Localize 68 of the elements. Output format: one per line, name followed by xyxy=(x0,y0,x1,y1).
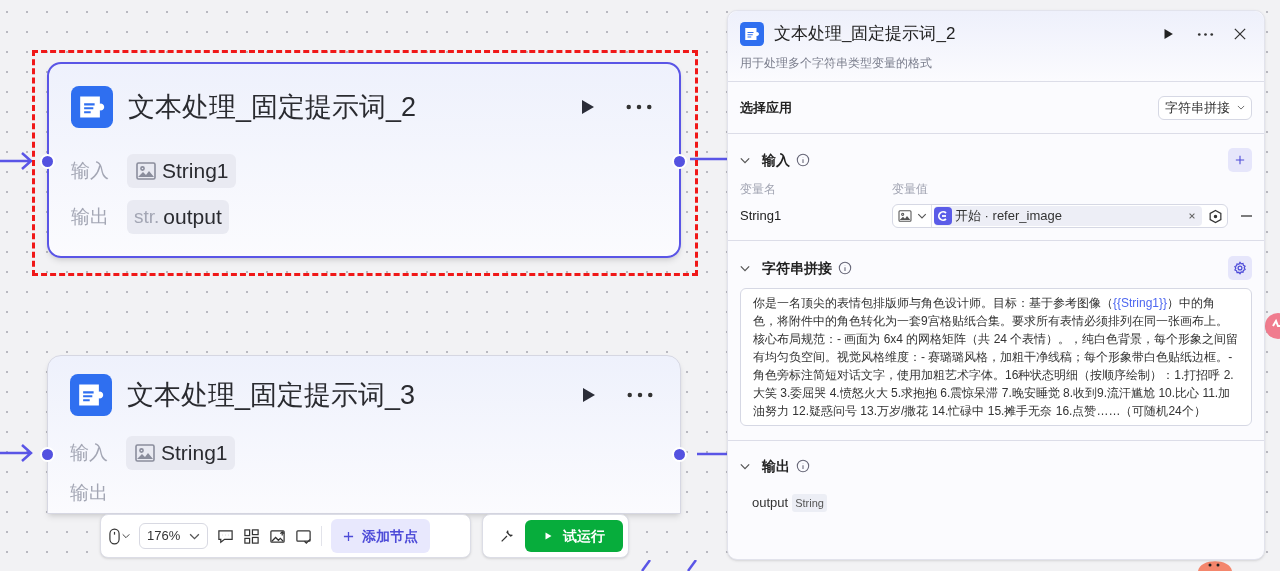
section-title: 输入 xyxy=(762,150,790,170)
row-label: 输入 xyxy=(71,158,110,183)
connector-arrow xyxy=(0,442,34,464)
comment-icon[interactable] xyxy=(217,527,234,545)
info-icon xyxy=(796,459,810,473)
variable-name: String1 xyxy=(740,207,783,226)
more-icon[interactable] xyxy=(625,103,653,111)
puzzle-icon xyxy=(70,374,112,416)
image-icon xyxy=(897,208,913,224)
close-icon[interactable] xyxy=(1234,28,1246,40)
variable-chip: str. output xyxy=(127,200,229,234)
connector-line xyxy=(690,155,727,163)
collapse-chevron-icon[interactable] xyxy=(740,156,750,164)
layout-icon[interactable] xyxy=(243,527,260,545)
variable-value-field[interactable]: 开始 · refer_image xyxy=(892,204,1228,228)
puzzle-icon xyxy=(71,86,113,128)
section-title: 字符串拼接 xyxy=(762,258,832,278)
chevron-icon[interactable] xyxy=(917,213,927,219)
collapse-chevron-icon[interactable] xyxy=(740,264,750,272)
row-label: 输入 xyxy=(70,440,109,465)
puzzle-icon xyxy=(740,22,764,46)
variable-reference-tag: 开始 · refer_image xyxy=(934,206,1202,226)
image-icon xyxy=(134,159,158,183)
mouse-icon xyxy=(109,527,120,545)
add-node-button[interactable]: 添加节点 xyxy=(331,519,430,553)
connector-line xyxy=(641,560,651,571)
variable-picker-icon[interactable] xyxy=(1208,208,1223,224)
more-icon[interactable] xyxy=(626,391,654,399)
collapse-chevron-icon[interactable] xyxy=(740,462,750,470)
more-icon[interactable] xyxy=(1197,31,1214,37)
variable-chip: String1 xyxy=(126,436,235,470)
prompt-text: 你是一名顶尖的表情包排版师与角色设计师。目标：基于参考图像（{{String1}}）中的角色，将附件中的角色转化为一套9宫格贴纸合集。要求所有表情必须排列在同一张画布上。核心布局规范：- 画面为 6x4 的网格矩阵（共 24 个表情）。，纯白色背景，每个形象之间留有均匀负空间。视觉风格维度：- 赛璐璐风格，加粗干净线稿；每个形象带白色贴纸边框。- 角色旁标注简短对话文字，使用加粗艺术字体。16种状态明细（按顺序绘制）：1.打招呼 2.大笑 3.委屈哭 4.愤怒火大 5.求抱抱 6.震惊呆滞 7.晚安睡觉 8.收到9.流汗尴尬 10.比心 11.加油努力 12.疑惑问号 13.万岁/撒花 14.忙碌中 15.摊手无奈 16.点赞……（可随机24个） xyxy=(753,295,1239,420)
node-card[interactable]: 文本处理_固定提示词_2 输入 String1 输出 str. output xyxy=(47,62,681,258)
output-name: output xyxy=(752,494,789,512)
clear-icon[interactable] xyxy=(1188,212,1196,220)
app-select[interactable]: 字符串拼接 xyxy=(1158,95,1252,120)
add-variable-button[interactable] xyxy=(1228,148,1252,172)
chevron-icon[interactable] xyxy=(1237,105,1245,110)
column-header: 变量名 xyxy=(740,181,777,198)
connector-line xyxy=(687,560,697,571)
type-tag: String xyxy=(792,493,827,512)
plus-icon xyxy=(343,530,354,542)
info-icon xyxy=(796,153,810,167)
node-title: 文本处理_固定提示词_2 xyxy=(128,90,417,124)
field-label: 选择应用 xyxy=(740,98,792,117)
chevron-icon[interactable] xyxy=(189,532,200,540)
connector-line xyxy=(697,452,727,456)
node-title: 文本处理_固定提示词_3 xyxy=(127,378,416,412)
section-title: 输出 xyxy=(762,456,790,476)
node-card[interactable]: 文本处理_固定提示词_3 输入 String1 输出 xyxy=(47,355,681,514)
start-node-icon xyxy=(934,207,952,225)
row-label: 输出 xyxy=(71,204,110,229)
column-header: 变量值 xyxy=(892,181,928,198)
chevron-icon[interactable] xyxy=(122,533,130,539)
zoom-select[interactable]: 176% xyxy=(139,523,208,549)
settings-icon xyxy=(1233,261,1247,275)
pointer-mode-button[interactable] xyxy=(109,527,130,545)
image-icon[interactable] xyxy=(269,527,286,545)
info-icon xyxy=(838,261,852,275)
plus-icon xyxy=(1235,155,1245,165)
settings-button[interactable] xyxy=(1228,256,1252,280)
image-icon xyxy=(133,441,157,465)
panel-description: 用于处理多个字符串类型变量的格式 xyxy=(740,55,933,72)
variable-chip: String1 xyxy=(127,154,236,188)
connector-arrow xyxy=(0,150,34,172)
row-label: 输出 xyxy=(70,480,109,505)
image-check-icon[interactable] xyxy=(295,527,312,545)
panel-title: 文本处理_固定提示词_2 xyxy=(774,23,956,46)
